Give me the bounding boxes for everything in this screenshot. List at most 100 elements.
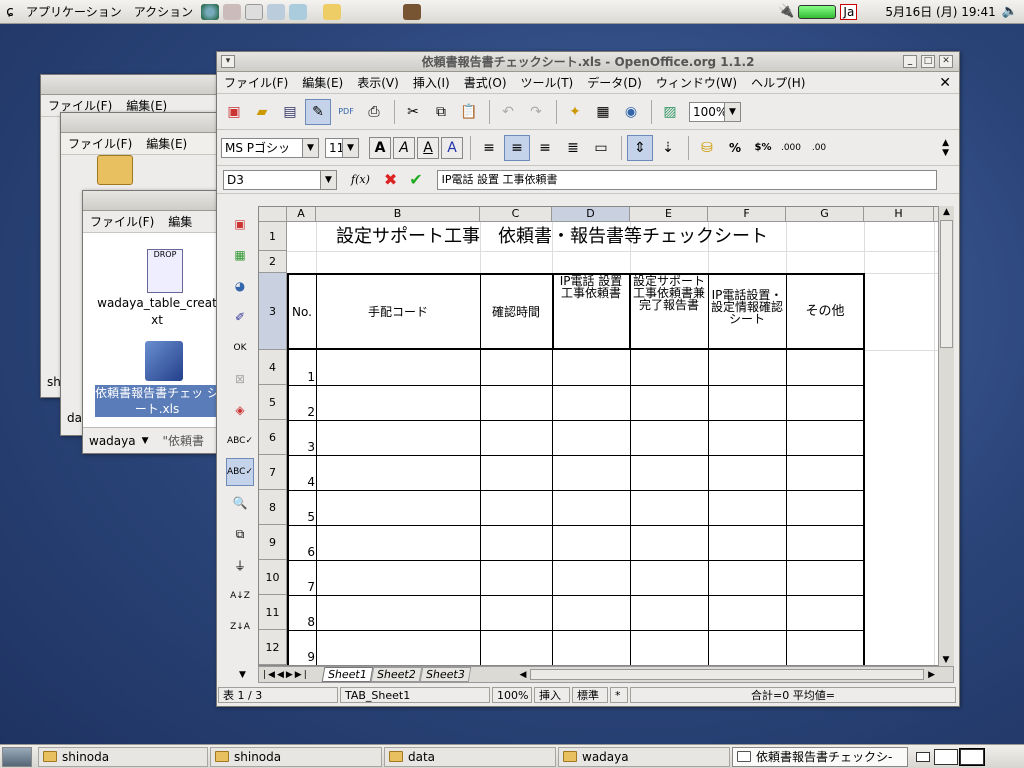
autoformat-icon[interactable]: ⊠ (226, 365, 254, 393)
vertical-scrollbar[interactable]: ▲ ▼ (938, 206, 954, 666)
menu-view[interactable]: 表示(V) (350, 74, 406, 91)
task-wadaya[interactable]: wadaya (558, 746, 730, 767)
row-number-cell[interactable]: 4 (285, 475, 315, 489)
scroll-right-icon[interactable]: ▶ (928, 670, 935, 680)
zoom-combo[interactable]: 100% ▼ (689, 101, 741, 122)
select-all-corner[interactable] (259, 207, 287, 222)
chevron-down-icon[interactable]: ▼ (724, 102, 740, 121)
column-header-b[interactable]: B (316, 207, 480, 222)
copy-icon[interactable]: ⧉ (428, 99, 454, 125)
show-desktop-icon[interactable] (2, 746, 32, 767)
row-header-8[interactable]: 8 (259, 490, 287, 525)
undo-icon[interactable]: ↶ (495, 99, 521, 125)
notes-icon[interactable] (323, 3, 342, 20)
navigator-icon[interactable]: ✦ (562, 99, 588, 125)
menu-tools[interactable]: ツール(T) (514, 74, 581, 91)
autospellcheck-icon[interactable]: ABC✓ (226, 458, 254, 486)
gallery-icon[interactable]: ▦ (590, 99, 616, 125)
menu-file[interactable]: ファイル(F) (83, 213, 161, 230)
menu-format[interactable]: 書式(O) (457, 74, 514, 91)
row-number-cell[interactable]: 2 (285, 405, 315, 419)
column-header-a[interactable]: A (287, 207, 316, 222)
workspace-3-icon[interactable] (959, 747, 985, 766)
close-button[interactable]: ✕ (939, 55, 953, 68)
bg-window-2-title[interactable] (61, 113, 229, 133)
status-zoom[interactable]: 100% (492, 687, 532, 703)
clock[interactable]: 5月16日 (月) 19:41 (879, 3, 1001, 20)
close-document-icon[interactable]: ✕ (939, 75, 951, 91)
status-insert-mode[interactable]: 挿入 (534, 687, 570, 703)
calc-launch-icon[interactable] (267, 3, 286, 20)
row-header-10[interactable]: 10 (259, 560, 287, 595)
column-header-d[interactable]: D (552, 207, 630, 222)
file-label-xls[interactable]: 依頼書報告書チェッ シート.xls (95, 385, 219, 417)
menu-data[interactable]: データ(D) (580, 74, 649, 91)
cancel-icon[interactable]: ✖ (384, 170, 397, 189)
function-wizard-icon[interactable]: f(x) (351, 173, 370, 186)
impress-icon[interactable] (289, 3, 308, 20)
menu-file[interactable]: ファイル(F) (61, 135, 139, 152)
menu-window[interactable]: ウィンドウ(W) (649, 74, 744, 91)
workspace-2-icon[interactable] (934, 748, 958, 765)
justify-icon[interactable]: ≣ (560, 135, 586, 161)
row-header-9[interactable]: 9 (259, 525, 287, 560)
tab-sheet1[interactable]: Sheet1 (321, 667, 374, 682)
align-center-icon[interactable]: ≡ (504, 134, 530, 161)
show-draw-functions-icon[interactable]: ✐ (226, 303, 254, 331)
workspace-1-icon[interactable] (916, 751, 930, 762)
task-calc-document[interactable]: 依頼書報告書チェックシ- (732, 746, 908, 767)
find-replace-icon[interactable]: 🔍 (226, 489, 254, 517)
menu-file[interactable]: ファイル(F) (217, 74, 295, 91)
column-header-f[interactable]: F (708, 207, 786, 222)
row-number-cell[interactable]: 3 (285, 440, 315, 454)
font-size-combo[interactable]: 11 ▼ (325, 137, 359, 158)
align-left-icon[interactable]: ≡ (476, 135, 502, 161)
row-header-2[interactable]: 2 (259, 251, 287, 273)
row-header-5[interactable]: 5 (259, 385, 287, 420)
print-icon[interactable]: ⎙ (361, 99, 387, 125)
header-arrangement-code[interactable]: 手配コード (316, 274, 480, 350)
horizontal-scrollbar-thumb[interactable] (530, 669, 925, 680)
row-header-7[interactable]: 7 (259, 455, 287, 490)
window-menu-button[interactable]: ▾ (221, 55, 235, 68)
bold-icon[interactable]: A (369, 136, 391, 159)
header-other[interactable]: その他 (786, 274, 864, 350)
row-header-4[interactable]: 4 (259, 350, 287, 385)
row-header-1[interactable]: 1 (259, 222, 287, 251)
save-icon[interactable]: ▤ (277, 99, 303, 125)
gnome-foot-icon[interactable]: ɕ (0, 4, 20, 20)
insert-icon[interactable]: ▣ (226, 210, 254, 238)
bg-window-3[interactable]: ファイル(F) 編集 DROP wadaya_table_creat xt 依頼書… (82, 190, 231, 454)
tab-sheet2[interactable]: Sheet2 (370, 667, 422, 682)
row-number-cell[interactable]: 8 (285, 615, 315, 629)
column-header-h[interactable]: H (864, 207, 934, 222)
column-header-e[interactable]: E (630, 207, 708, 222)
side-toolbar-more-icon[interactable]: ▼ (239, 670, 246, 680)
menu-actions[interactable]: アクション (128, 3, 199, 20)
align-right-icon[interactable]: ≡ (532, 135, 558, 161)
insert-object-icon[interactable]: ◕ (226, 272, 254, 300)
header-no[interactable]: No. (288, 274, 316, 350)
add-decimal-icon[interactable]: .000 (778, 135, 804, 161)
logout-icon[interactable] (403, 3, 422, 20)
column-header-c[interactable]: C (480, 207, 552, 222)
column-header-g[interactable]: G (786, 207, 864, 222)
chevron-down-icon[interactable]: ▼ (142, 436, 149, 446)
status-page-style[interactable]: TAB_Sheet1 (340, 687, 490, 703)
open-icon[interactable]: ▰ (249, 99, 275, 125)
folder-icon[interactable] (97, 155, 133, 185)
sort-descending-icon[interactable]: Z↓A (226, 613, 254, 641)
scrollbar-thumb[interactable] (940, 220, 953, 348)
selected-cell-d3[interactable] (552, 273, 631, 350)
formula-input[interactable]: IP電話 設置 工事依頼書 (436, 169, 937, 190)
scroll-up-icon[interactable]: ▲ (939, 206, 954, 218)
autofilter-icon[interactable]: ⏚ (226, 551, 254, 579)
sheet-nav-icons[interactable]: |◀◀▶▶| (259, 670, 323, 680)
row-header-3[interactable]: 3 (259, 273, 287, 350)
image-icon[interactable]: ▨ (657, 99, 683, 125)
menu-edit[interactable]: 編集(E) (295, 74, 350, 91)
row-header-6[interactable]: 6 (259, 420, 287, 455)
mail-icon[interactable] (223, 3, 242, 20)
accept-icon[interactable]: ✔ (409, 170, 422, 189)
row-number-cell[interactable]: 6 (285, 545, 315, 559)
